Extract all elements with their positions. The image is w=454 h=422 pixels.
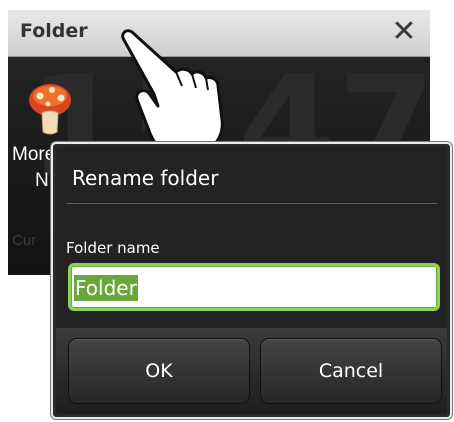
cancel-button[interactable]: Cancel — [260, 338, 442, 404]
close-icon[interactable]: ✕ — [388, 16, 420, 48]
dialog-title: Rename folder — [72, 166, 219, 190]
dialog-body: Rename folder Folder name Folder OK Canc… — [56, 147, 447, 414]
folder-name-label: Folder name — [66, 239, 160, 257]
title-divider — [66, 203, 437, 204]
selected-text[interactable]: Folder — [74, 275, 138, 301]
rename-dialog: Rename folder Folder name Folder OK Canc… — [51, 142, 452, 419]
folder-name-input[interactable]: Folder — [68, 263, 440, 311]
button-bar: OK Cancel — [56, 328, 447, 414]
mushroom-icon[interactable] — [28, 80, 72, 136]
pointing-hand-icon — [121, 29, 224, 156]
folder-title[interactable]: Folder — [20, 20, 88, 42]
footer-text: Cur — [12, 232, 37, 249]
ok-button[interactable]: OK — [68, 338, 250, 404]
